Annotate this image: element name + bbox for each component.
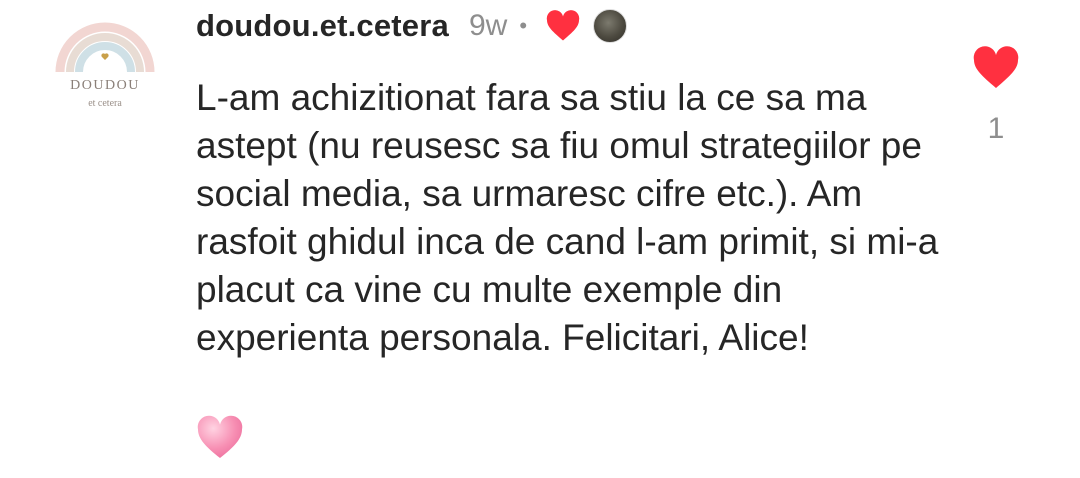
comment-header: doudou.et.cetera 9w • <box>196 4 628 48</box>
liked-by-author-heart-icon <box>545 10 581 42</box>
comment-timestamp: 9w <box>468 9 508 42</box>
separator-dot: • <box>519 13 528 38</box>
avatar-brand-text: DOUDOU <box>70 78 140 93</box>
like-heart-icon[interactable] <box>972 46 1020 90</box>
author-avatar-small <box>593 9 628 43</box>
avatar[interactable]: DOUDOU et cetera <box>50 10 160 120</box>
pink-heart-emoji <box>196 415 244 461</box>
comment: DOUDOU et cetera doudou.et.cetera 9w • L… <box>0 0 1080 478</box>
like-count: 1 <box>987 112 1005 145</box>
comment-text: L-am achizitionat fara sa stiu la ce sa … <box>196 77 939 358</box>
username-link[interactable]: doudou.et.cetera <box>196 8 449 44</box>
avatar-brand-subtext: et cetera <box>88 98 122 109</box>
